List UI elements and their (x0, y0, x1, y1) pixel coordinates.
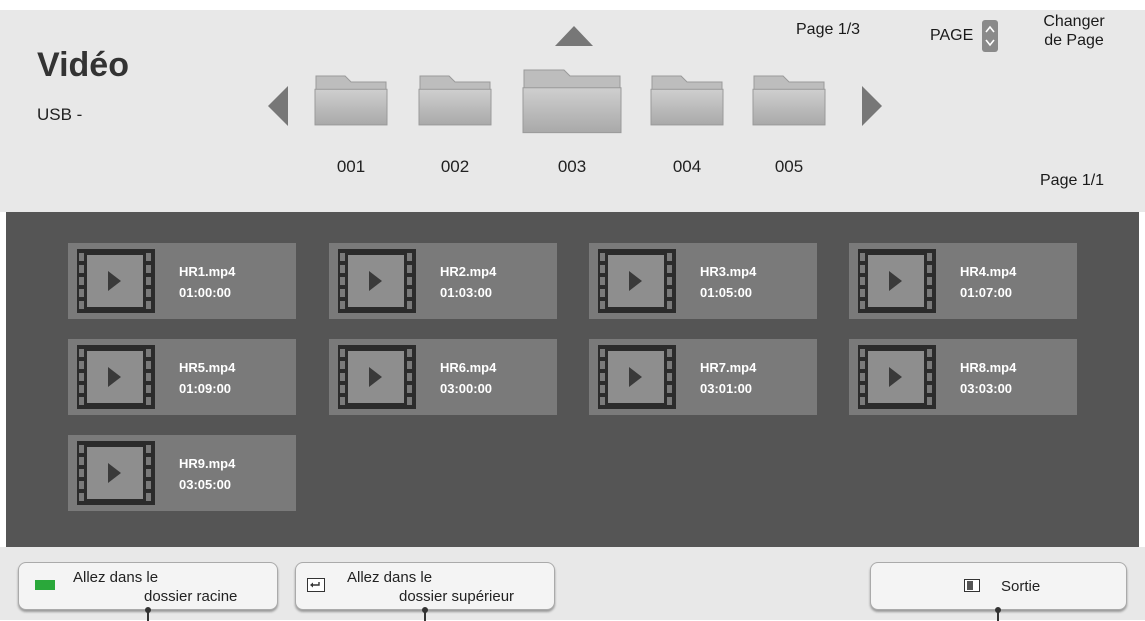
exit-button[interactable]: Sortie (870, 562, 1127, 621)
video-tile[interactable]: HR8.mp4 03:03:00 (849, 339, 1077, 415)
right-arrow-icon[interactable] (862, 86, 882, 126)
go-up-button[interactable]: Allez dans le dossier supérieur (295, 562, 555, 621)
video-filename: HR7.mp4 (700, 360, 757, 375)
video-duration: 01:00:00 (179, 285, 232, 300)
video-filename: HR9.mp4 (179, 456, 236, 471)
go-root-button[interactable]: Allez dans le dossier racine (18, 562, 278, 621)
video-tile[interactable]: HR1.mp4 01:00:00 (68, 243, 296, 319)
video-film-icon (858, 345, 936, 409)
video-duration: 03:01:00 (700, 381, 753, 396)
go-root-label-line2: dossier racine (144, 588, 238, 605)
source-label: USB - (37, 105, 83, 124)
video-tile[interactable]: HR3.mp4 01:05:00 (589, 243, 817, 319)
page-updown-icon[interactable] (982, 20, 998, 52)
folder-label: 002 (440, 157, 470, 176)
folder-icon[interactable] (418, 72, 492, 126)
video-filename: HR5.mp4 (179, 360, 236, 375)
video-duration: 01:09:00 (179, 381, 232, 396)
video-duration: 01:03:00 (440, 285, 493, 300)
up-arrow-icon[interactable] (555, 26, 593, 46)
folder-page-indicator: Page 1/3 (796, 21, 861, 38)
video-film-icon (858, 249, 936, 313)
folder-label: 005 (774, 157, 804, 176)
video-filename: HR1.mp4 (179, 264, 236, 279)
page-key-label: PAGE (930, 27, 974, 44)
change-page-line2: de Page (1044, 32, 1104, 49)
video-tile[interactable]: HR6.mp4 03:00:00 (329, 339, 557, 415)
video-tile[interactable]: HR2.mp4 01:03:00 (329, 243, 557, 319)
go-root-label-line1: Allez dans le (73, 569, 159, 586)
video-tile[interactable]: HR7.mp4 03:01:00 (589, 339, 817, 415)
folder-label: 004 (672, 157, 702, 176)
video-duration: 01:07:00 (960, 285, 1013, 300)
folder-icon[interactable] (752, 72, 826, 126)
change-page-line1: Changer (1043, 13, 1105, 30)
video-duration: 03:05:00 (179, 477, 232, 492)
video-tile[interactable]: HR9.mp4 03:05:00 (68, 435, 296, 511)
change-page-hint: Changer de Page (1030, 12, 1118, 50)
video-duration: 01:05:00 (700, 285, 753, 300)
video-film-icon (598, 249, 676, 313)
folder-label: 001 (336, 157, 366, 176)
video-duration: 03:00:00 (440, 381, 493, 396)
video-film-icon (77, 345, 155, 409)
video-tile[interactable]: HR4.mp4 01:07:00 (849, 243, 1077, 319)
video-filename: HR2.mp4 (440, 264, 497, 279)
exit-icon (964, 579, 980, 592)
video-filename: HR3.mp4 (700, 264, 757, 279)
green-key-icon (35, 580, 55, 590)
file-page-indicator: Page 1/1 (1040, 172, 1105, 189)
video-film-icon (338, 249, 416, 313)
video-film-icon (77, 249, 155, 313)
video-filename: HR6.mp4 (440, 360, 497, 375)
video-filename: HR4.mp4 (960, 264, 1017, 279)
page-title: Vidéo (37, 46, 129, 84)
left-arrow-icon[interactable] (268, 86, 288, 126)
folder-icon[interactable] (314, 72, 388, 126)
go-up-label-line1: Allez dans le (347, 569, 433, 586)
video-film-icon (598, 345, 676, 409)
video-filename: HR8.mp4 (960, 360, 1017, 375)
video-duration: 03:03:00 (960, 381, 1013, 396)
exit-label: Sortie (1001, 578, 1041, 595)
folder-label: 003 (557, 157, 587, 176)
folder-icon[interactable] (650, 72, 724, 126)
go-up-label-line2: dossier supérieur (399, 588, 515, 605)
video-film-icon (338, 345, 416, 409)
video-tile[interactable]: HR5.mp4 01:09:00 (68, 339, 296, 415)
return-icon (307, 578, 325, 592)
video-film-icon (77, 441, 155, 505)
folder-icon[interactable] (522, 66, 622, 134)
